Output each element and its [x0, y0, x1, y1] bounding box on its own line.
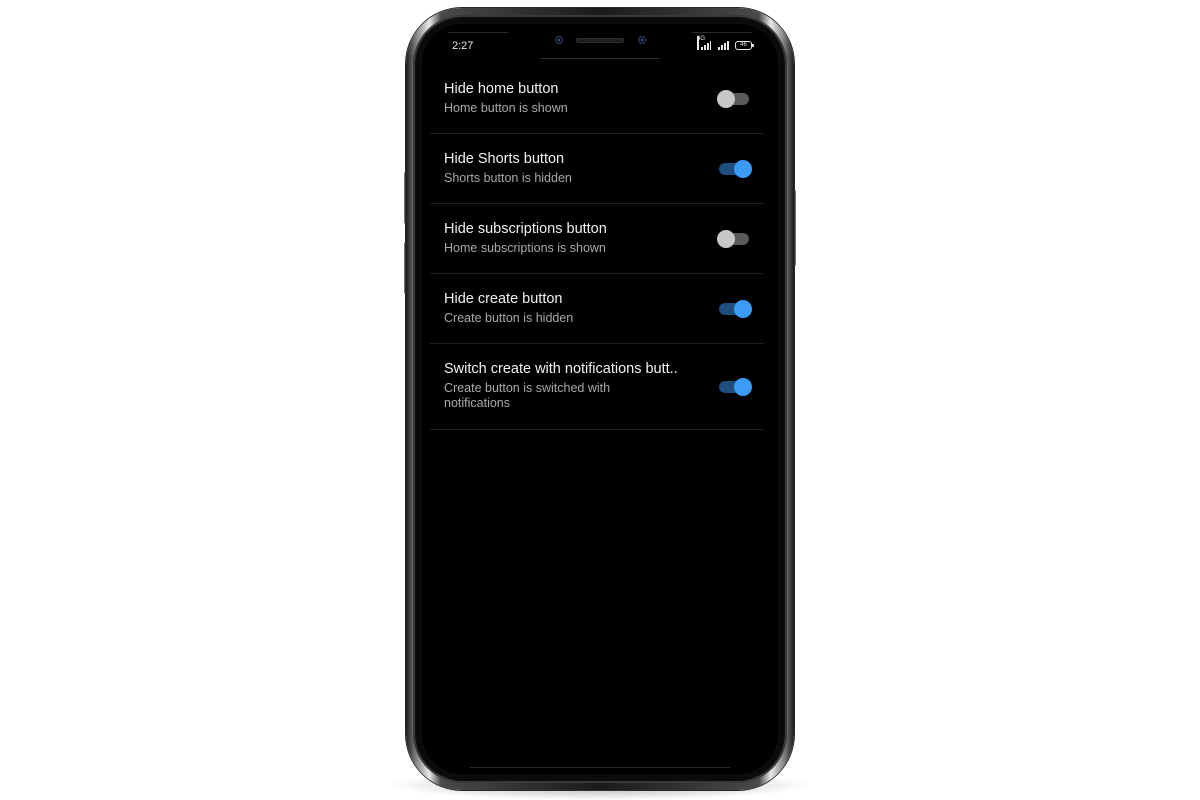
- status-icons: 4G 46: [697, 36, 754, 50]
- top-bezel-line: [692, 32, 752, 33]
- toggle-thumb: [717, 229, 735, 248]
- setting-hide-home-button[interactable]: Hide home button Home button is shown: [430, 64, 764, 134]
- setting-title: Hide subscriptions button: [444, 221, 607, 237]
- toggle-thumb: [734, 377, 752, 396]
- setting-title: Switch create with notifications butt..: [444, 361, 678, 377]
- setting-title: Hide Shorts button: [444, 151, 565, 167]
- setting-subtitle: Shorts button is hidden: [444, 171, 572, 185]
- earpiece-speaker: [576, 38, 624, 43]
- toggle-thumb: [734, 159, 752, 178]
- home-indicator: [470, 767, 730, 768]
- setting-subtitle: Home subscriptions is shown: [444, 241, 606, 255]
- toggle-thumb: [717, 89, 735, 108]
- front-camera-icon: [555, 36, 563, 44]
- setting-title: Hide home button: [444, 81, 559, 97]
- status-time: 2:27: [452, 40, 474, 52]
- setting-title: Hide create button: [444, 291, 563, 307]
- hide-create-toggle[interactable]: [718, 298, 752, 320]
- setting-hide-create-button[interactable]: Hide create button Create button is hidd…: [430, 274, 764, 344]
- cellular-signal-icon: [716, 40, 730, 50]
- hide-home-toggle[interactable]: [717, 88, 750, 110]
- notch-edge: [540, 58, 660, 59]
- setting-hide-subscriptions-button[interactable]: Hide subscriptions button Home subscript…: [430, 204, 764, 274]
- hide-subscriptions-toggle[interactable]: [717, 228, 750, 250]
- phone-screen: 2:27 4G 46 Hide home button Home button …: [422, 24, 778, 774]
- battery-icon: 46: [735, 41, 754, 50]
- toggle-thumb: [734, 299, 752, 318]
- network-type-label: 4G: [697, 36, 705, 50]
- setting-subtitle: Create button is switched with notificat…: [444, 381, 611, 410]
- hide-shorts-toggle[interactable]: [718, 158, 752, 180]
- top-bezel-line: [448, 32, 508, 33]
- setting-subtitle: Create button is hidden: [444, 311, 574, 325]
- setting-switch-create-notifications[interactable]: Switch create with notifications butt.. …: [430, 344, 764, 430]
- settings-list: Hide home button Home button is shown Hi…: [430, 64, 764, 430]
- device-mockup-stage: 2:27 4G 46 Hide home button Home button …: [0, 0, 1200, 800]
- setting-subtitle: Home button is shown: [444, 101, 568, 115]
- cellular-signal-icon: 4G: [697, 36, 711, 50]
- sensor-icon: [638, 36, 646, 44]
- setting-hide-shorts-button[interactable]: Hide Shorts button Shorts button is hidd…: [430, 134, 764, 204]
- switch-create-notifications-toggle[interactable]: [718, 376, 752, 398]
